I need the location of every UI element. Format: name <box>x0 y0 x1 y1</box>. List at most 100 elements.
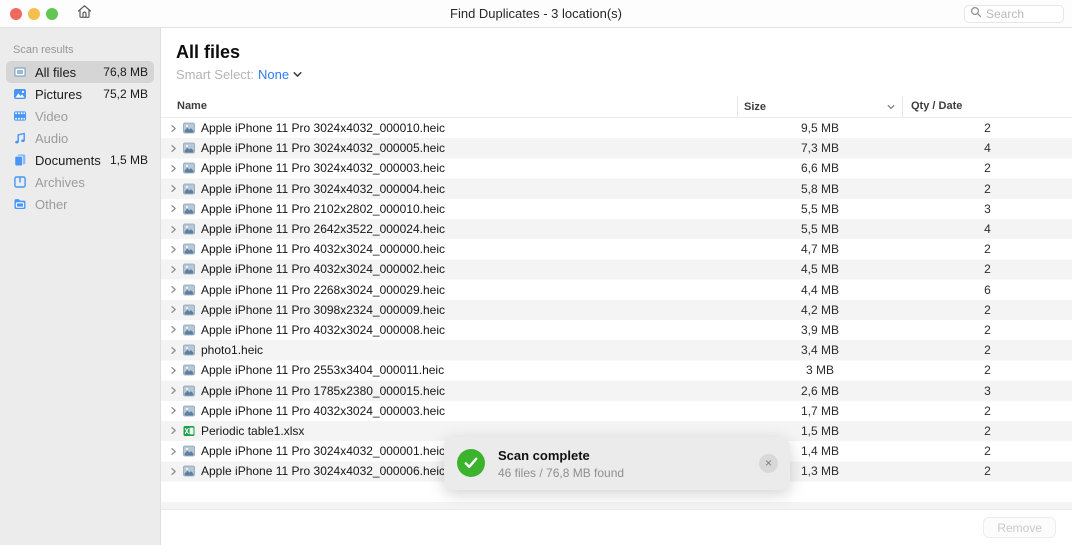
disclosure-chevron-icon[interactable] <box>166 447 180 456</box>
table-row[interactable]: Apple iPhone 11 Pro 4032x3024_000000.hei… <box>161 239 1072 259</box>
video-icon <box>12 108 28 124</box>
sidebar-item-label: All files <box>35 64 77 80</box>
image-file-icon <box>182 385 195 397</box>
image-file-icon <box>182 223 195 235</box>
search-input[interactable] <box>986 7 1056 21</box>
table-row[interactable]: Apple iPhone 11 Pro 2642x3522_000024.hei… <box>161 219 1072 239</box>
file-size: 5,8 MB <box>800 181 839 196</box>
sidebar-item-archives[interactable]: Archives <box>6 171 154 193</box>
file-qty: 6 <box>984 282 991 297</box>
sidebar-item-documents[interactable]: Documents 1,5 MB <box>6 149 154 171</box>
file-size: 3 MB <box>805 363 834 378</box>
disclosure-chevron-icon[interactable] <box>166 346 180 355</box>
remove-button[interactable]: Remove <box>983 517 1056 538</box>
file-size: 2,6 MB <box>800 383 839 398</box>
smart-select-value[interactable]: None <box>258 67 289 82</box>
file-name: Apple iPhone 11 Pro 4032x3024_000002.hei… <box>201 262 445 277</box>
sort-chevron-icon[interactable] <box>886 102 896 112</box>
disclosure-chevron-icon[interactable] <box>166 406 180 415</box>
disclosure-chevron-icon[interactable] <box>166 204 180 213</box>
file-qty: 4 <box>984 141 991 156</box>
disclosure-chevron-icon[interactable] <box>166 325 180 334</box>
sidebar-item-pictures[interactable]: Pictures 75,2 MB <box>6 83 154 105</box>
sidebar-item-other[interactable]: Other <box>6 193 154 215</box>
table-row[interactable]: Apple iPhone 11 Pro 3024x4032_000005.hei… <box>161 138 1072 158</box>
disclosure-chevron-icon[interactable] <box>166 225 180 234</box>
column-header-qty[interactable]: Qty / Date <box>911 100 962 112</box>
file-size: 4,2 MB <box>800 302 839 317</box>
table-row[interactable]: Apple iPhone 11 Pro 3024x4032_000004.hei… <box>161 179 1072 199</box>
table-header: Name Size Qty / Date <box>161 96 1072 118</box>
smart-select-control[interactable]: Smart Select: None <box>176 67 303 83</box>
disclosure-chevron-icon[interactable] <box>166 164 180 173</box>
all-files-icon <box>12 64 28 80</box>
image-file-icon <box>182 344 195 356</box>
sidebar-item-size: 76,8 MB <box>103 65 148 79</box>
file-size: 1,5 MB <box>800 423 839 438</box>
file-name: Apple iPhone 11 Pro 4032x3024_000008.hei… <box>201 322 445 337</box>
search-field[interactable] <box>964 5 1064 23</box>
sidebar-item-size: 1,5 MB <box>109 153 148 167</box>
disclosure-chevron-icon[interactable] <box>166 245 180 254</box>
disclosure-chevron-icon[interactable] <box>166 285 180 294</box>
disclosure-chevron-icon[interactable] <box>166 426 180 435</box>
table-row[interactable]: Apple iPhone 11 Pro 3098x2324_000009.hei… <box>161 300 1072 320</box>
disclosure-chevron-icon[interactable] <box>166 124 180 133</box>
table-row[interactable]: Apple iPhone 11 Pro 1785x2380_000015.hei… <box>161 380 1072 400</box>
chevron-down-icon[interactable] <box>292 68 303 83</box>
file-qty: 2 <box>984 343 991 358</box>
table-row[interactable]: photo1.heic 3,4 MB 2 <box>161 340 1072 360</box>
file-size: 4,7 MB <box>800 242 839 257</box>
image-file-icon <box>182 465 195 477</box>
file-qty: 2 <box>984 444 991 459</box>
image-file-icon <box>182 364 195 376</box>
file-size: 6,6 MB <box>800 161 839 176</box>
footer-bar: Remove <box>161 509 1072 545</box>
pictures-icon <box>12 86 28 102</box>
image-file-icon <box>182 304 195 316</box>
file-name: Apple iPhone 11 Pro 4032x3024_000000.hei… <box>201 242 445 257</box>
file-qty: 2 <box>984 322 991 337</box>
file-size: 4,5 MB <box>800 262 839 277</box>
file-name: Apple iPhone 11 Pro 2553x3404_000011.hei… <box>201 363 445 378</box>
file-name: Apple iPhone 11 Pro 4032x3024_000003.hei… <box>201 403 445 418</box>
sidebar-item-audio[interactable]: Audio <box>6 127 154 149</box>
table-row[interactable]: Apple iPhone 11 Pro 2553x3404_000011.hei… <box>161 360 1072 380</box>
audio-icon <box>12 130 28 146</box>
disclosure-chevron-icon[interactable] <box>166 386 180 395</box>
sidebar-item-all-files[interactable]: All files 76,8 MB <box>6 61 154 83</box>
sidebar-item-video[interactable]: Video <box>6 105 154 127</box>
documents-icon <box>12 152 28 168</box>
column-header-size[interactable]: Size <box>737 96 903 117</box>
other-icon <box>12 196 28 212</box>
file-size: 4,4 MB <box>800 282 839 297</box>
file-qty: 3 <box>984 201 991 216</box>
table-row[interactable]: Apple iPhone 11 Pro 4032x3024_000003.hei… <box>161 401 1072 421</box>
file-size: 5,5 MB <box>800 222 839 237</box>
sidebar-list: All files 76,8 MB Pictures 75,2 MB Video Audi… <box>0 61 160 215</box>
window-title: Find Duplicates - 3 location(s) <box>450 6 622 21</box>
disclosure-chevron-icon[interactable] <box>166 144 180 153</box>
sidebar-item-label: Video <box>35 108 69 124</box>
toast-close-button[interactable]: × <box>759 454 778 473</box>
table-row[interactable]: Apple iPhone 11 Pro 2102x2802_000010.hei… <box>161 199 1072 219</box>
table-row[interactable]: Apple iPhone 11 Pro 3024x4032_000003.hei… <box>161 158 1072 178</box>
file-qty: 2 <box>984 161 991 176</box>
disclosure-chevron-icon[interactable] <box>166 184 180 193</box>
table-row[interactable]: Apple iPhone 11 Pro 4032x3024_000008.hei… <box>161 320 1072 340</box>
sidebar-item-label: Other <box>35 196 68 212</box>
file-name: Apple iPhone 11 Pro 2102x2802_000010.hei… <box>201 201 445 216</box>
disclosure-chevron-icon[interactable] <box>166 265 180 274</box>
column-header-name[interactable]: Name <box>177 100 207 112</box>
file-name: Apple iPhone 11 Pro 3024x4032_000003.hei… <box>201 161 445 176</box>
table-row[interactable]: Apple iPhone 11 Pro 4032x3024_000002.hei… <box>161 259 1072 279</box>
image-file-icon <box>182 162 195 174</box>
sidebar-item-label: Archives <box>35 174 85 190</box>
disclosure-chevron-icon[interactable] <box>166 305 180 314</box>
table-row[interactable]: Apple iPhone 11 Pro 3024x4032_000010.hei… <box>161 118 1072 138</box>
file-name: Apple iPhone 11 Pro 3024x4032_000004.hei… <box>201 181 445 196</box>
sidebar: Scan results All files 76,8 MB Pictures 75,… <box>0 28 161 545</box>
disclosure-chevron-icon[interactable] <box>166 467 180 476</box>
disclosure-chevron-icon[interactable] <box>166 366 180 375</box>
table-row[interactable]: Apple iPhone 11 Pro 2268x3024_000029.hei… <box>161 280 1072 300</box>
